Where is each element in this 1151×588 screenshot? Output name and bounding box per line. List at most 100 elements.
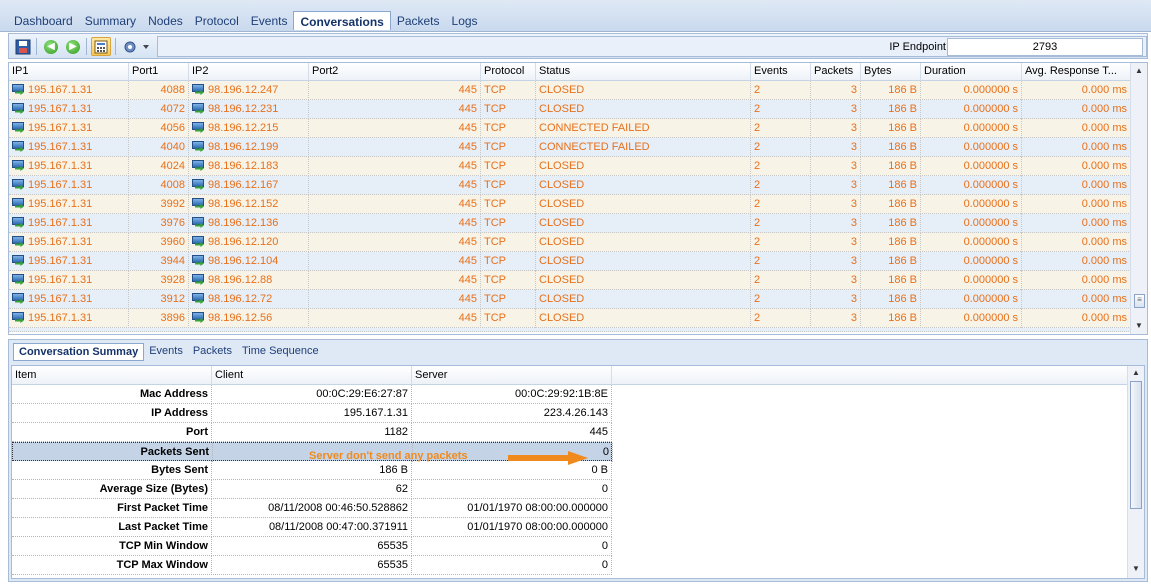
summary-column-header[interactable]: Item <box>12 366 212 385</box>
tab-nodes[interactable]: Nodes <box>142 11 189 30</box>
table-cell: TCP <box>481 309 536 328</box>
table-cell: 4088 <box>129 81 189 100</box>
scroll-thumb[interactable] <box>1130 381 1142 509</box>
cell-text: 98.196.12.215 <box>208 122 279 134</box>
table-cell: 3 <box>811 100 861 119</box>
table-cell: 3912 <box>129 290 189 309</box>
scroll-up-icon[interactable]: ▲ <box>1135 66 1143 75</box>
detail-tab-conversation-summay[interactable]: Conversation Summay <box>13 343 145 361</box>
summary-column-header[interactable]: Client <box>212 366 412 385</box>
column-header[interactable]: Packets <box>811 63 861 81</box>
column-header[interactable]: IP2 <box>189 63 309 81</box>
tab-events[interactable]: Events <box>245 11 294 30</box>
summary-row[interactable]: Port 1182 445 <box>12 423 612 442</box>
detail-tab-events[interactable]: Events <box>144 343 188 361</box>
column-header[interactable]: Events <box>751 63 811 81</box>
summary-row[interactable]: Last Packet Time 08/11/2008 00:47:00.3719… <box>12 518 612 537</box>
tab-protocol[interactable]: Protocol <box>189 11 245 30</box>
summary-scrollbar[interactable]: ▲ ▼ <box>1127 366 1144 578</box>
cell-text: 2 <box>754 217 761 229</box>
table-row[interactable]: 195.167.1.31 3960 98.196.12.120 445 TCP CLOSE… <box>9 233 1131 252</box>
forward-icon[interactable]: ▶ <box>63 37 83 56</box>
table-row[interactable]: 195.167.1.31 3944 98.196.12.104 445 TCP CLOSE… <box>9 252 1131 271</box>
grid-scrollbar[interactable]: ▲ ≡ ▼ <box>1130 63 1147 334</box>
column-header[interactable]: Port1 <box>129 63 189 81</box>
table-cell: 4008 <box>129 176 189 195</box>
cell-text: 2 <box>754 274 761 286</box>
detail-tab-packets[interactable]: Packets <box>188 343 237 361</box>
cell-text: TCP <box>484 160 506 172</box>
table-cell: 0.000 ms <box>1022 157 1131 176</box>
summary-row[interactable]: IP Address 195.167.1.31 223.4.26.143 <box>12 404 612 423</box>
tab-conversations[interactable]: Conversations <box>293 11 391 30</box>
summary-column-header[interactable]: Server <box>412 366 612 385</box>
table-row[interactable]: 195.167.1.31 4056 98.196.12.215 445 TCP CONNE… <box>9 119 1131 138</box>
save-icon[interactable] <box>13 37 33 56</box>
table-row[interactable]: 195.167.1.31 4008 98.196.12.167 445 TCP CLOSE… <box>9 176 1131 195</box>
scroll-down-icon[interactable]: ▼ <box>1135 321 1143 330</box>
tab-logs[interactable]: Logs <box>446 11 484 30</box>
cell-text: 3976 <box>160 217 185 229</box>
tab-packets[interactable]: Packets <box>391 11 446 30</box>
cell-text: 445 <box>458 293 477 305</box>
table-row[interactable]: 195.167.1.31 3896 98.196.12.56 445 TCP CLOSED… <box>9 309 1131 328</box>
scroll-up-icon[interactable]: ▲ <box>1132 368 1140 377</box>
table-row[interactable]: 195.167.1.31 4024 98.196.12.183 445 TCP CLOSE… <box>9 157 1131 176</box>
cell-text: 186 B <box>888 141 917 153</box>
computer-icon <box>12 236 25 247</box>
table-cell: 186 B <box>861 214 921 233</box>
summary-row[interactable]: TCP Min Window 65535 0 <box>12 537 612 556</box>
summary-row[interactable]: TCP Max Window 65535 0 <box>12 556 612 575</box>
table-row[interactable]: 195.167.1.31 3976 98.196.12.136 445 TCP CLOSE… <box>9 214 1131 233</box>
tab-dashboard[interactable]: Dashboard <box>8 11 79 30</box>
table-cell: 445 <box>309 309 481 328</box>
column-header[interactable]: Avg. Response T... <box>1022 63 1131 81</box>
table-cell: 98.196.12.231 <box>189 100 309 119</box>
detail-tab-time-sequence[interactable]: Time Sequence <box>237 343 324 361</box>
table-row[interactable]: 195.167.1.31 4088 98.196.12.247 445 TCP CLOSE… <box>9 81 1131 100</box>
summary-row[interactable]: First Packet Time 08/11/2008 00:46:50.528… <box>12 499 612 518</box>
cell-text: CLOSED <box>539 312 585 324</box>
cell-text: 195.167.1.31 <box>28 198 93 210</box>
ip-endpoint-label: IP Endpoint <box>889 41 946 53</box>
column-header[interactable]: IP1 <box>9 63 129 81</box>
column-header[interactable]: Bytes <box>861 63 921 81</box>
table-cell: 3 <box>811 252 861 271</box>
tab-summary[interactable]: Summary <box>79 11 142 30</box>
column-header[interactable]: Port2 <box>309 63 481 81</box>
scroll-down-icon[interactable]: ▼ <box>1132 564 1140 573</box>
calculator-icon[interactable] <box>91 37 111 56</box>
cell-text: 0.000 ms <box>1081 122 1127 134</box>
table-cell: 445 <box>309 138 481 157</box>
cell-text: 3 <box>850 84 857 96</box>
server-value: 0 <box>412 556 612 575</box>
table-row[interactable]: 195.167.1.31 3928 98.196.12.88 445 TCP CLOSED… <box>9 271 1131 290</box>
table-row[interactable]: 195.167.1.31 4072 98.196.12.231 445 TCP CLOSE… <box>9 100 1131 119</box>
column-header[interactable]: Protocol <box>481 63 536 81</box>
cell-text: 186 B <box>888 255 917 267</box>
cell-text: 0.000 ms <box>1081 236 1127 248</box>
ip-endpoint-input[interactable]: 2793 <box>947 38 1143 56</box>
scroll-thumb[interactable]: ≡ <box>1134 294 1145 308</box>
summary-row[interactable]: Mac Address 00:0C:29:E6:27:87 00:0C:29:92:… <box>12 385 612 404</box>
table-row[interactable]: 195.167.1.31 3992 98.196.12.152 445 TCP CLOSE… <box>9 195 1131 214</box>
table-row[interactable]: 195.167.1.31 3912 98.196.12.72 445 TCP CLOSED… <box>9 290 1131 309</box>
server-value: 223.4.26.143 <box>412 404 612 423</box>
summary-row[interactable]: Average Size (Bytes) 62 0 <box>12 480 612 499</box>
table-cell: 3896 <box>129 309 189 328</box>
table-cell: 0.000000 s <box>921 176 1022 195</box>
cell-text: 3928 <box>160 274 185 286</box>
cell-text: 98.196.12.167 <box>208 179 279 191</box>
cell-text: 0.000000 s <box>963 122 1018 134</box>
cell-text: 3 <box>850 312 857 324</box>
cell-text: 3 <box>850 103 857 115</box>
table-cell: 2 <box>751 214 811 233</box>
table-cell: 3 <box>811 138 861 157</box>
back-icon[interactable]: ◀ <box>41 37 61 56</box>
table-cell: 98.196.12.152 <box>189 195 309 214</box>
cell-text: TCP <box>484 122 506 134</box>
column-header[interactable]: Status <box>536 63 751 81</box>
table-row[interactable]: 195.167.1.31 4040 98.196.12.199 445 TCP CONNE… <box>9 138 1131 157</box>
column-header[interactable]: Duration <box>921 63 1022 81</box>
network-settings-icon[interactable] <box>121 37 153 56</box>
